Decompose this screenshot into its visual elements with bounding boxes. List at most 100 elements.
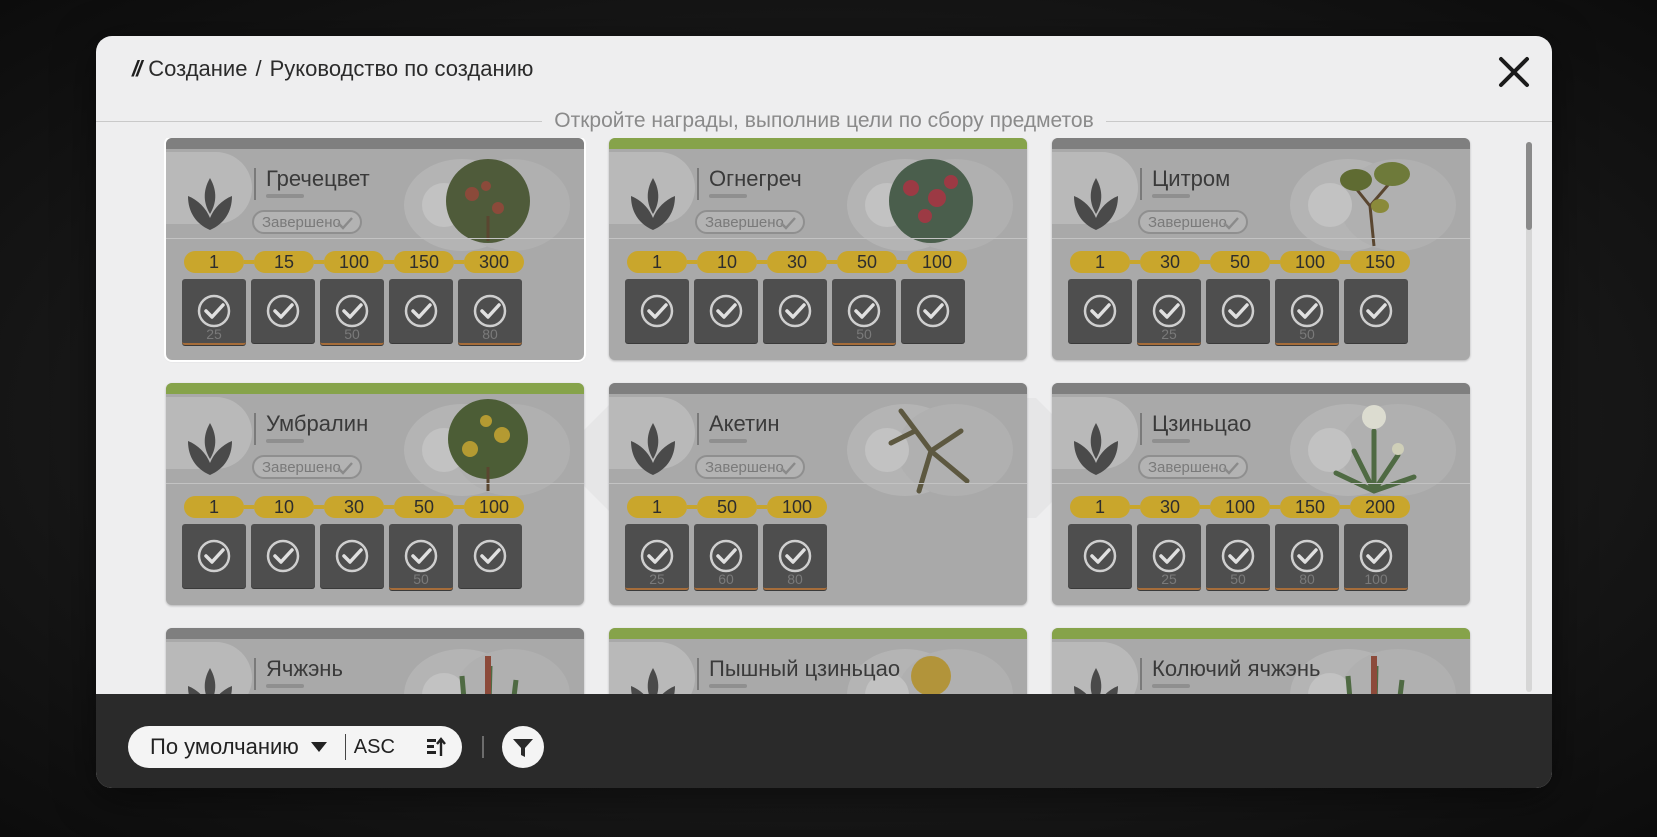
milestone-badge: 100 [464, 496, 524, 518]
milestone-badge: 100 [1280, 251, 1340, 273]
reward-slot[interactable] [694, 279, 758, 343]
milestone-badge: 50 [697, 496, 757, 518]
milestone-badge: 1 [1070, 496, 1130, 518]
reward-quantity: 50 [856, 326, 872, 342]
check-icon [337, 217, 353, 230]
collection-card[interactable]: Цитром Завершено 1 30 50 100 150 25 50 [1052, 138, 1470, 360]
check-icon [266, 294, 300, 328]
reward-row: 50 [625, 279, 965, 345]
plant-image [446, 159, 530, 243]
reward-slot[interactable] [901, 279, 965, 343]
milestone-badge: 50 [394, 496, 454, 518]
card-separator [1052, 483, 1470, 484]
breadcrumb-slashes-icon: // [132, 56, 142, 81]
milestone-connector [454, 260, 464, 264]
card-icon-panel [609, 152, 695, 230]
milestone-badge: 300 [464, 251, 524, 273]
filter-button[interactable] [502, 726, 544, 768]
reward-slot[interactable]: 50 [320, 279, 384, 345]
card-subline [1152, 194, 1190, 198]
breadcrumb-item-crafting[interactable]: Создание [148, 56, 247, 82]
milestone-badge: 200 [1350, 496, 1410, 518]
reward-slot[interactable] [251, 279, 315, 343]
collection-card[interactable]: Гречецвет Завершено 1 15 100 150 300 25 50 80 [164, 138, 586, 362]
reward-slot[interactable] [1068, 524, 1132, 588]
close-button[interactable] [1496, 54, 1532, 90]
completion-badge: Завершено [695, 210, 805, 234]
card-title: Акетин [709, 411, 780, 436]
reward-slot[interactable]: 50 [389, 524, 453, 590]
reward-slot[interactable] [389, 279, 453, 343]
reward-slot[interactable]: 50 [1275, 279, 1339, 345]
crafting-guide-window: // Создание / Руководство по созданию От… [96, 36, 1552, 788]
milestone-connector [1270, 505, 1280, 509]
breadcrumb-item-guide: Руководство по созданию [269, 56, 534, 81]
milestone-badge: 1 [627, 496, 687, 518]
reward-slot[interactable] [1344, 279, 1408, 343]
card-title: Умбралин [266, 411, 369, 436]
plant-image [1333, 405, 1417, 494]
caret-down-icon [310, 742, 327, 752]
milestone-badge: 30 [1140, 251, 1200, 273]
milestone-badge: 100 [324, 251, 384, 273]
milestone-connector [384, 260, 394, 264]
reward-slot[interactable] [1068, 279, 1132, 343]
check-icon [1290, 539, 1324, 573]
check-icon [1083, 539, 1117, 573]
card-divider [1140, 168, 1142, 200]
milestone-connector [757, 505, 767, 509]
reward-row: 25 50 [1068, 279, 1408, 345]
reward-quantity: 80 [482, 326, 498, 342]
reward-slot[interactable] [458, 524, 522, 588]
reward-slot[interactable]: 80 [1275, 524, 1339, 590]
check-icon [709, 294, 743, 328]
milestone-badge: 30 [767, 251, 827, 273]
reward-slot[interactable]: 25 [1137, 279, 1201, 345]
reward-slot[interactable]: 50 [1206, 524, 1270, 590]
reward-slot[interactable] [251, 524, 315, 588]
reward-slot[interactable]: 25 [182, 279, 246, 345]
reward-slot[interactable] [320, 524, 384, 588]
reward-slot[interactable] [1206, 279, 1270, 343]
reward-slot[interactable]: 80 [458, 279, 522, 345]
collection-card[interactable]: Цзиньцао Завершено 1 30 100 150 200 25 50 80 100 [1052, 383, 1470, 605]
card-subline [266, 439, 304, 443]
reward-quantity: 25 [1161, 571, 1177, 587]
milestone-connector [1200, 260, 1210, 264]
scrollbar[interactable] [1526, 142, 1532, 692]
reward-row: 50 [182, 524, 522, 590]
collection-card[interactable]: Акетин Завершено 1 50 100 25 60 80 [609, 383, 1027, 605]
card-divider [1140, 658, 1142, 690]
scrollbar-thumb[interactable] [1526, 142, 1532, 230]
reward-slot[interactable]: 50 [832, 279, 896, 345]
milestone-badge: 10 [697, 251, 757, 273]
card-separator [166, 238, 584, 239]
sort-order-icon[interactable] [426, 736, 448, 758]
reward-quantity: 25 [1161, 326, 1177, 342]
reward-slot[interactable] [763, 279, 827, 343]
milestone-badge: 1 [184, 251, 244, 273]
milestone-connector [314, 505, 324, 509]
reward-slot[interactable] [182, 524, 246, 588]
reward-slot[interactable]: 25 [625, 524, 689, 590]
reward-slot[interactable]: 25 [1137, 524, 1201, 590]
milestone-track: 1 10 30 50 100 [184, 495, 524, 519]
reward-slot[interactable]: 100 [1344, 524, 1408, 590]
milestone-connector [687, 260, 697, 264]
reward-slot[interactable] [625, 279, 689, 343]
check-icon [709, 539, 743, 573]
sort-dropdown[interactable]: По умолчанию ASC [128, 726, 462, 768]
milestone-connector [827, 260, 837, 264]
leaf-icon [1074, 423, 1118, 475]
check-icon [778, 294, 812, 328]
card-divider [697, 413, 699, 445]
reward-slot[interactable]: 60 [694, 524, 758, 590]
plant-image [1340, 162, 1410, 247]
check-icon [640, 539, 674, 573]
collection-card[interactable]: Огнегреч Завершено 1 10 30 50 100 50 [609, 138, 1027, 360]
collection-card[interactable]: Умбралин Завершено 1 10 30 50 100 50 [166, 383, 584, 605]
reward-slot[interactable]: 80 [763, 524, 827, 590]
check-icon [1359, 294, 1393, 328]
card-divider [254, 168, 256, 200]
milestone-badge: 100 [907, 251, 967, 273]
